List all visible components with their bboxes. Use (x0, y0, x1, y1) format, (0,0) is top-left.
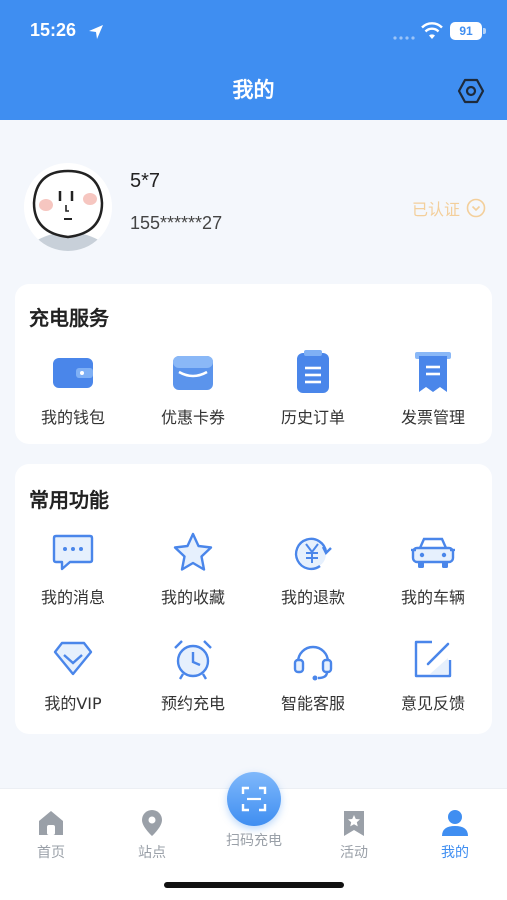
tab-label: 我的 (441, 845, 469, 861)
item-label: 发票管理 (400, 408, 465, 427)
coupon-item[interactable]: 优惠卡券 (133, 350, 253, 428)
home-icon (39, 811, 63, 835)
section-title: 常用功能 (29, 488, 109, 512)
location-arrow-icon (89, 25, 103, 39)
item-label: 我的车辆 (400, 588, 465, 607)
invoice-icon (415, 352, 451, 392)
item-label: 我的收藏 (160, 588, 225, 607)
headset-icon (293, 645, 333, 681)
chevron-down-circle-icon (466, 198, 486, 218)
section-title: 充电服务 (29, 306, 109, 330)
tab-mine[interactable]: 我的 (415, 808, 495, 862)
battery-cap (483, 28, 486, 34)
scan-icon (241, 786, 267, 812)
item-label: 我的钱包 (40, 408, 105, 427)
tab-label: 扫码充电 (226, 833, 282, 849)
tab-label: 站点 (138, 845, 166, 861)
item-label: 我的退款 (280, 588, 345, 607)
order-history-item[interactable]: 历史订单 (253, 350, 373, 428)
vip-item[interactable]: 我的VIP (13, 636, 133, 714)
message-icon (52, 534, 94, 571)
location-pin-icon (142, 810, 162, 836)
messages-item[interactable]: 我的消息 (13, 530, 133, 608)
page-title: 我的 (232, 78, 275, 102)
favorites-item[interactable]: 我的收藏 (133, 530, 253, 608)
cellular-signal-icon (393, 36, 415, 40)
charging-services-card: 充电服务 我的钱包 优惠卡券 历史订单 发票管理 (15, 284, 492, 444)
bookmark-star-icon (344, 811, 364, 836)
car-icon (411, 537, 455, 568)
item-label: 我的消息 (40, 588, 105, 607)
wifi-icon (421, 22, 443, 39)
wallet-icon (53, 358, 93, 388)
wallet-item[interactable]: 我的钱包 (13, 350, 133, 428)
item-label: 优惠卡券 (160, 408, 225, 427)
coupon-icon (173, 356, 213, 390)
item-label: 我的VIP (44, 694, 102, 713)
refunds-item[interactable]: 我的退款 (253, 530, 373, 608)
tab-label: 活动 (340, 845, 368, 861)
order-history-icon (297, 350, 329, 393)
verified-label: 已认证 (412, 200, 461, 219)
verified-badge[interactable]: 已认证 (412, 196, 486, 220)
feedback-item[interactable]: 意见反馈 (373, 636, 493, 714)
user-name: 5*7 (130, 170, 161, 192)
home-indicator (164, 882, 344, 888)
avatar[interactable] (24, 163, 112, 251)
common-functions-card: 常用功能 我的消息 我的收藏 我的退款 我的车辆 我的VIP 预约充电 智能客服… (15, 464, 492, 734)
refund-icon (294, 537, 332, 571)
tab-stations[interactable]: 站点 (112, 808, 192, 862)
tab-activities[interactable]: 活动 (314, 808, 394, 862)
tab-label: 首页 (37, 845, 65, 861)
feedback-icon (414, 640, 452, 678)
vip-icon (53, 641, 93, 676)
status-time: 15:26 (30, 20, 77, 40)
tab-home[interactable]: 首页 (11, 808, 91, 862)
star-icon (173, 532, 213, 571)
item-label: 智能客服 (280, 694, 345, 713)
alarm-clock-icon (174, 640, 212, 680)
invoice-item[interactable]: 发票管理 (373, 350, 493, 428)
settings-icon[interactable] (456, 76, 486, 106)
battery-indicator: 91 (450, 22, 482, 40)
status-bar: 15:26 91 (0, 0, 507, 60)
item-label: 预约充电 (160, 694, 225, 713)
user-icon (442, 810, 468, 836)
customer-service-item[interactable]: 智能客服 (253, 636, 373, 714)
reserve-charge-item[interactable]: 预约充电 (133, 636, 253, 714)
vehicles-item[interactable]: 我的车辆 (373, 530, 493, 608)
tab-scan-charge[interactable]: 扫码充电 (220, 772, 288, 850)
app-header: 15:26 91 我的 (0, 0, 507, 120)
user-phone: 155******27 (130, 213, 223, 233)
item-label: 历史订单 (280, 408, 345, 427)
avatar-face-icon (24, 163, 112, 251)
item-label: 意见反馈 (400, 694, 465, 713)
scan-button[interactable] (227, 772, 281, 826)
